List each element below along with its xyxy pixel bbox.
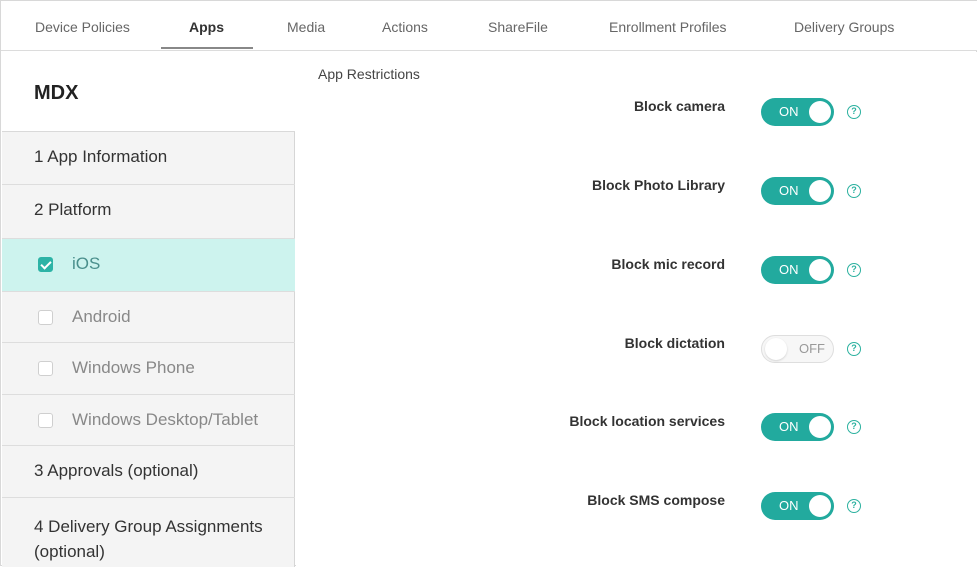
toggle-knob xyxy=(809,495,831,517)
sidebar-item-ios[interactable]: iOS xyxy=(2,239,295,292)
block-photo-library-toggle[interactable]: ON xyxy=(761,177,834,205)
toggle-state-text: ON xyxy=(779,498,799,513)
restriction-label: Block SMS compose xyxy=(587,492,725,508)
toggle-knob xyxy=(809,101,831,123)
sidebar-item-windows-phone[interactable]: Windows Phone xyxy=(2,343,295,395)
tab-device-policies[interactable]: Device Policies xyxy=(35,19,130,35)
help-icon[interactable]: ? xyxy=(847,499,861,513)
help-icon[interactable]: ? xyxy=(847,342,861,356)
sidebar-item-label: Windows Desktop/Tablet xyxy=(72,410,259,429)
block-dictation-toggle[interactable]: OFF xyxy=(761,335,834,363)
restriction-row-block-sms-compose: Block SMS compose ON ? xyxy=(296,492,977,532)
toggle-state-text: OFF xyxy=(799,341,825,356)
toggle-state-text: ON xyxy=(779,262,799,277)
sidebar-item-label: 1 App Information xyxy=(34,147,168,166)
sidebar-item-app-information[interactable]: 1 App Information xyxy=(2,132,295,185)
sidebar-title: MDX xyxy=(2,52,295,132)
section-title: App Restrictions xyxy=(318,66,420,82)
toggle-knob xyxy=(809,259,831,281)
windows-phone-checkbox[interactable] xyxy=(38,361,53,376)
block-mic-record-toggle[interactable]: ON xyxy=(761,256,834,284)
android-checkbox[interactable] xyxy=(38,310,53,325)
main-panel: App Restrictions Block camera ON ? Block… xyxy=(296,52,977,567)
restriction-row-block-dictation: Block dictation OFF ? xyxy=(296,335,977,375)
sidebar-item-label: 4 Delivery Group Assignments (optional) xyxy=(34,517,263,561)
toggle-state-text: ON xyxy=(779,104,799,119)
toggle-state-text: ON xyxy=(779,183,799,198)
active-tab-indicator xyxy=(161,47,253,49)
tab-enrollment-profiles[interactable]: Enrollment Profiles xyxy=(609,19,727,35)
sidebar-item-windows-desktop-tablet[interactable]: Windows Desktop/Tablet xyxy=(2,395,295,446)
toggle-knob xyxy=(809,180,831,202)
help-icon[interactable]: ? xyxy=(847,263,861,277)
windows-desktop-tablet-checkbox[interactable] xyxy=(38,413,53,428)
tab-sharefile[interactable]: ShareFile xyxy=(488,19,548,35)
block-sms-compose-toggle[interactable]: ON xyxy=(761,492,834,520)
sidebar-title-text: MDX xyxy=(34,82,79,104)
help-icon[interactable]: ? xyxy=(847,184,861,198)
restriction-label: Block dictation xyxy=(624,335,725,351)
toggle-knob xyxy=(765,338,787,360)
help-icon[interactable]: ? xyxy=(847,105,861,119)
sidebar-item-label: 3 Approvals (optional) xyxy=(34,461,199,480)
sidebar-item-delivery-group-assignments[interactable]: 4 Delivery Group Assignments (optional) xyxy=(2,498,295,567)
tab-actions[interactable]: Actions xyxy=(382,19,428,35)
restriction-row-block-camera: Block camera ON ? xyxy=(296,98,977,138)
sidebar: MDX 1 App Information 2 Platform iOS And… xyxy=(2,52,295,567)
sidebar-item-label: Android xyxy=(72,307,131,326)
restriction-row-block-location-services: Block location services ON ? xyxy=(296,413,977,453)
tab-delivery-groups[interactable]: Delivery Groups xyxy=(794,19,894,35)
restriction-label: Block camera xyxy=(633,98,725,114)
sidebar-item-platform[interactable]: 2 Platform xyxy=(2,185,295,239)
help-icon[interactable]: ? xyxy=(847,420,861,434)
sidebar-item-label: 2 Platform xyxy=(34,200,112,219)
tab-apps[interactable]: Apps xyxy=(189,19,224,35)
block-location-services-toggle[interactable]: ON xyxy=(761,413,834,441)
restriction-row-block-photo-library: Block Photo Library ON ? xyxy=(296,177,977,217)
restriction-row-block-mic-record: Block mic record ON ? xyxy=(296,256,977,296)
toggle-state-text: ON xyxy=(779,419,799,434)
ios-checkbox[interactable] xyxy=(38,257,53,272)
app-frame: Device Policies Apps Media Actions Share… xyxy=(0,0,977,567)
restriction-label: Block location services xyxy=(569,413,725,429)
restriction-label: Block mic record xyxy=(611,256,725,272)
tab-media[interactable]: Media xyxy=(287,19,325,35)
top-tab-bar: Device Policies Apps Media Actions Share… xyxy=(1,1,977,51)
sidebar-item-approvals[interactable]: 3 Approvals (optional) xyxy=(2,446,295,498)
restriction-label: Block Photo Library xyxy=(591,177,725,193)
toggle-knob xyxy=(809,416,831,438)
sidebar-item-android[interactable]: Android xyxy=(2,292,295,343)
block-camera-toggle[interactable]: ON xyxy=(761,98,834,126)
sidebar-item-label: Windows Phone xyxy=(72,358,195,377)
sidebar-item-label: iOS xyxy=(72,254,101,273)
